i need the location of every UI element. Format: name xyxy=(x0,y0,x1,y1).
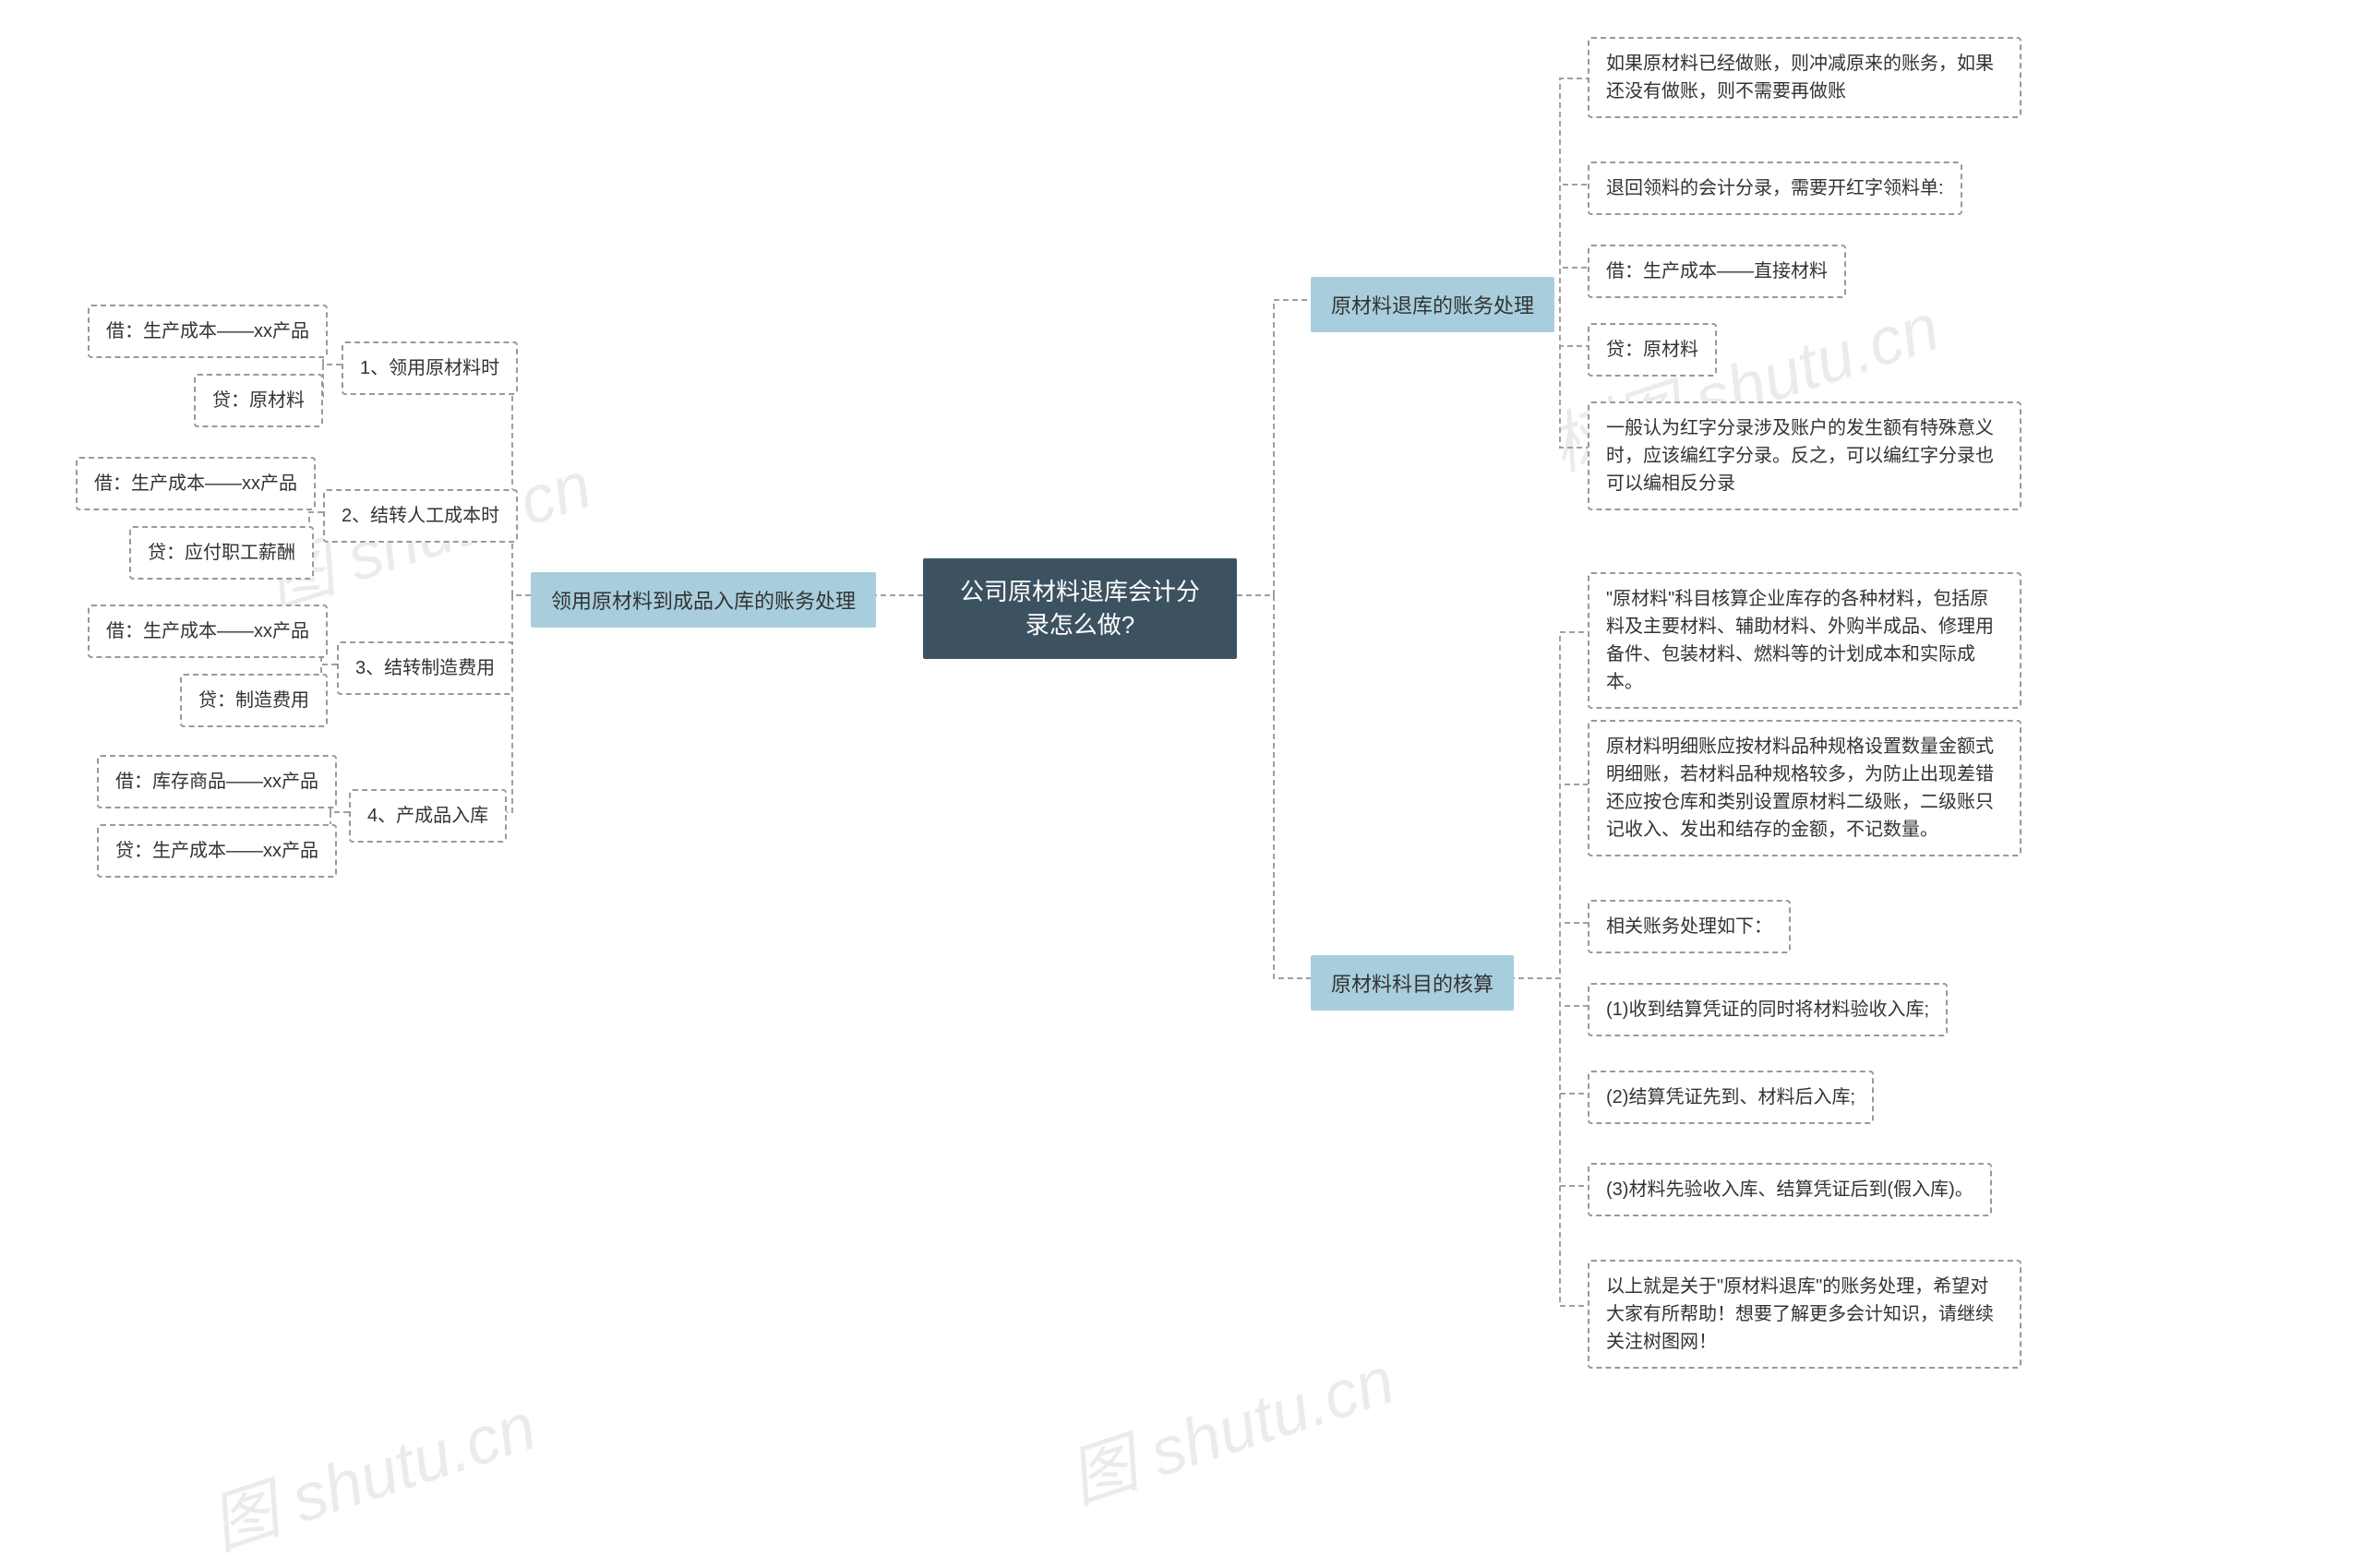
step-4-debit[interactable]: 借：库存商品——xx产品 xyxy=(97,755,337,808)
r2-leaf-3[interactable]: 相关账务处理如下： xyxy=(1588,900,1791,953)
r2-leaf-2[interactable]: 原材料明细账应按材料品种规格设置数量金额式明细账，若材料品种规格较多，为防止出现… xyxy=(1588,720,2021,856)
step-3[interactable]: 3、结转制造费用 xyxy=(337,641,513,695)
r1-leaf-4[interactable]: 贷：原材料 xyxy=(1588,323,1717,377)
step-2-debit[interactable]: 借：生产成本——xx产品 xyxy=(76,457,316,510)
step-4-credit[interactable]: 贷：生产成本——xx产品 xyxy=(97,824,337,878)
step-1-credit[interactable]: 贷：原材料 xyxy=(194,374,323,427)
watermark: 图 shutu.cn xyxy=(197,1371,546,1567)
right-branch-2[interactable]: 原材料科目的核算 xyxy=(1311,955,1514,1011)
step-3-debit[interactable]: 借：生产成本——xx产品 xyxy=(88,604,328,658)
r1-leaf-2[interactable]: 退回领料的会计分录，需要开红字领料单: xyxy=(1588,162,1962,215)
r2-leaf-1[interactable]: "原材料"科目核算企业库存的各种材料，包括原料及主要材料、辅助材料、外购半成品、… xyxy=(1588,572,2021,709)
root-node[interactable]: 公司原材料退库会计分录怎么做? xyxy=(923,558,1237,659)
step-4[interactable]: 4、产成品入库 xyxy=(349,789,507,843)
r2-leaf-7[interactable]: 以上就是关于"原材料退库"的账务处理，希望对大家有所帮助！想要了解更多会计知识，… xyxy=(1588,1260,2021,1369)
r2-leaf-4[interactable]: (1)收到结算凭证的同时将材料验收入库; xyxy=(1588,983,1948,1036)
r1-leaf-1[interactable]: 如果原材料已经做账，则冲减原来的账务，如果还没有做账，则不需要再做账 xyxy=(1588,37,2021,118)
step-1-debit[interactable]: 借：生产成本——xx产品 xyxy=(88,305,328,358)
r2-leaf-6[interactable]: (3)材料先验收入库、结算凭证后到(假入库)。 xyxy=(1588,1163,1992,1216)
step-2[interactable]: 2、结转人工成本时 xyxy=(323,489,518,543)
step-2-credit[interactable]: 贷：应付职工薪酬 xyxy=(129,526,314,580)
right-branch-1[interactable]: 原材料退库的账务处理 xyxy=(1311,277,1554,332)
left-branch[interactable]: 领用原材料到成品入库的账务处理 xyxy=(531,572,876,628)
watermark: 图 shutu.cn xyxy=(1055,1325,1405,1521)
r1-leaf-3[interactable]: 借：生产成本——直接材料 xyxy=(1588,245,1846,298)
step-1[interactable]: 1、领用原材料时 xyxy=(342,341,518,395)
step-3-credit[interactable]: 贷：制造费用 xyxy=(180,674,328,727)
r1-leaf-5[interactable]: 一般认为红字分录涉及账户的发生额有特殊意义时，应该编红字分录。反之，可以编红字分… xyxy=(1588,401,2021,510)
r2-leaf-5[interactable]: (2)结算凭证先到、材料后入库; xyxy=(1588,1071,1874,1124)
